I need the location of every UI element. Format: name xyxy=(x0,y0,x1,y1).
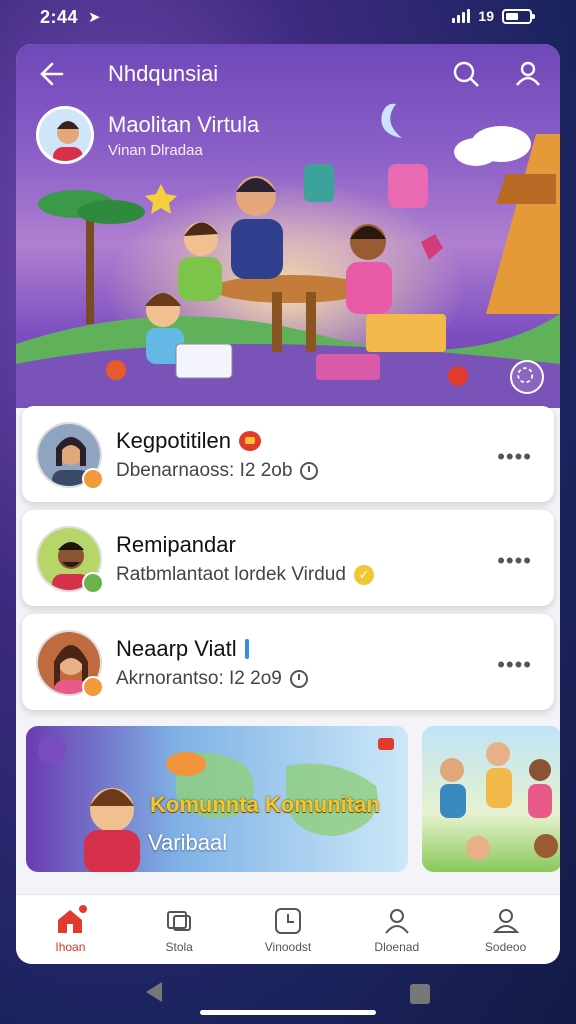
signal-icon xyxy=(452,9,471,23)
profile-subtitle: Vinan Dlradaa xyxy=(108,141,203,159)
banner-illustration xyxy=(440,742,558,860)
arrow-left-icon xyxy=(40,62,64,86)
tab-stola[interactable]: Stola xyxy=(129,906,229,954)
list-item[interactable]: Neaarp Viatl Akrnorantso: I2 2o9 •••• xyxy=(22,614,554,710)
status-badge xyxy=(82,468,104,490)
profile-block[interactable]: Maolitan Virtula Vinan Dlradaa xyxy=(36,106,259,164)
item-subtitle: Akrnorantso: I2 2o9 xyxy=(116,668,282,689)
banner-title: Komunnta Komunitan xyxy=(150,792,380,817)
profile-icon xyxy=(492,908,519,933)
clock-icon xyxy=(300,462,319,480)
more-button[interactable]: •••• xyxy=(497,444,532,470)
app-title: Nhdqunsiai xyxy=(108,61,219,86)
user-icon xyxy=(516,61,540,86)
tab-vinoodst[interactable]: Vinoodst xyxy=(238,906,338,954)
community-banner[interactable]: Komunnta Komunitan Varibaal xyxy=(26,726,408,872)
item-title: Remipandar xyxy=(116,532,236,557)
profile-name: Maolitan Virtula xyxy=(108,111,260,137)
tab-label: Sodeoo xyxy=(484,939,527,954)
refresh-icon xyxy=(517,367,534,384)
more-button[interactable]: •••• xyxy=(497,652,532,678)
search-icon xyxy=(453,61,479,87)
system-home-indicator[interactable] xyxy=(200,1010,376,1015)
system-back-button[interactable] xyxy=(146,982,162,1002)
location-arrow-icon: ➤ xyxy=(88,9,101,26)
list-item[interactable]: Kegpotitilen Dbenarnaoss: I2 2ob •••• xyxy=(22,406,554,502)
flag-icon xyxy=(238,431,261,451)
item-subtitle: Ratbmlantaot lordek Virdud xyxy=(116,564,346,585)
check-badge-icon: ✓ xyxy=(353,565,374,585)
banner-subtitle: Varibaal xyxy=(148,830,228,855)
status-time: 2:44 xyxy=(40,7,79,27)
back-button[interactable] xyxy=(34,58,66,90)
system-recents-button[interactable] xyxy=(410,984,430,1004)
network-label: 19 xyxy=(478,8,494,24)
hero-action-button[interactable] xyxy=(510,360,544,394)
message-icon xyxy=(167,910,192,931)
tab-label: Dloenad xyxy=(374,939,420,954)
avatar xyxy=(36,106,94,164)
account-button[interactable] xyxy=(512,58,544,90)
system-navigation xyxy=(0,970,576,1024)
clock-icon xyxy=(274,907,301,934)
notification-dot xyxy=(78,903,89,914)
tab-sodeoo[interactable]: Sodeoo xyxy=(456,906,556,954)
bottom-tab-bar: Ihoan Stola Vinoodst Dloenad Sodeoo xyxy=(16,894,560,964)
top-bar: Nhdqunsiai xyxy=(16,44,560,106)
group-banner[interactable] xyxy=(422,726,560,872)
banner-carousel: Komunnta Komunitan Varibaal xyxy=(26,726,560,872)
battery-icon xyxy=(502,8,535,24)
item-title: Neaarp Viatl xyxy=(116,636,237,661)
avatar-illustration xyxy=(53,121,83,161)
item-subtitle: Dbenarnaoss: I2 2ob xyxy=(116,460,293,481)
hero-header: Nhdqunsiai Maolitan Virtula Vinan Dlrada… xyxy=(16,44,560,408)
info-mark-icon xyxy=(244,639,249,659)
tab-label: Vinoodst xyxy=(264,939,312,954)
tab-home[interactable]: Ihoan xyxy=(20,903,120,954)
status-badge xyxy=(82,676,104,698)
item-title: Kegpotitilen xyxy=(116,428,231,453)
search-button[interactable] xyxy=(450,58,482,90)
status-badge xyxy=(82,572,104,594)
tab-label: Stola xyxy=(165,939,193,954)
tab-dloenad[interactable]: Dloenad xyxy=(347,906,447,954)
item-list: Kegpotitilen Dbenarnaoss: I2 2ob •••• Re… xyxy=(22,406,554,718)
tab-label: Ihoan xyxy=(55,939,86,954)
clock-icon xyxy=(289,670,308,688)
more-button[interactable]: •••• xyxy=(497,548,532,574)
list-item[interactable]: Remipandar Ratbmlantaot lordek Virdud ✓ •… xyxy=(22,510,554,606)
status-bar: 2:44 ➤ 19 xyxy=(0,0,576,34)
app-window: Nhdqunsiai Maolitan Virtula Vinan Dlrada… xyxy=(16,44,560,964)
person-icon xyxy=(384,908,409,934)
